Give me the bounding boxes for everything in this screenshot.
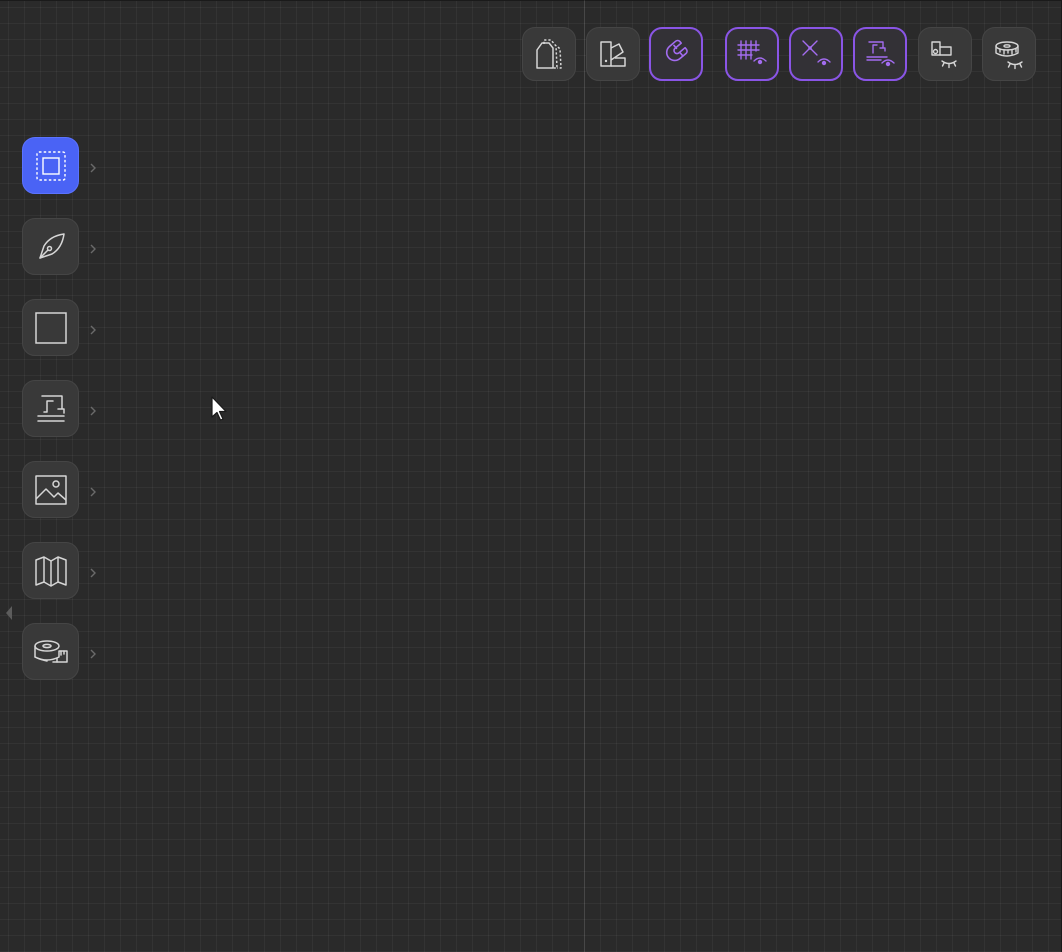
image-tool-expand-chevron-icon[interactable] xyxy=(89,487,97,497)
seam-allowance-icon xyxy=(533,37,565,71)
measure-tool-button[interactable] xyxy=(22,623,79,680)
measure-visibility-hidden-icon xyxy=(992,37,1026,71)
sewing-tool-button[interactable] xyxy=(22,380,79,437)
rectangle-tool-button[interactable] xyxy=(22,299,79,356)
image-tool-button[interactable] xyxy=(22,461,79,518)
pen-tool-expand-chevron-icon[interactable] xyxy=(89,244,97,254)
image-icon xyxy=(34,473,68,507)
grid-visibility-toggle[interactable] xyxy=(725,27,779,81)
magnet-snap-toggle[interactable] xyxy=(649,27,703,81)
grid-visibility-icon xyxy=(735,37,769,71)
map-tool-expand-chevron-icon[interactable] xyxy=(89,568,97,578)
seam-allowance-button[interactable] xyxy=(522,27,576,81)
sewing-machine-icon xyxy=(34,392,68,426)
canvas-center-guide xyxy=(584,0,585,952)
rectangle-icon xyxy=(34,311,68,345)
sewing-tool-expand-chevron-icon[interactable] xyxy=(89,406,97,416)
fabric-swatch-icon xyxy=(597,38,629,70)
select-tool-expand-chevron-icon[interactable] xyxy=(89,163,97,173)
points-visibility-toggle[interactable] xyxy=(789,27,843,81)
pieces-visibility-toggle[interactable] xyxy=(918,27,972,81)
collapse-toolbar-arrow-icon[interactable] xyxy=(4,604,14,622)
select-tool-button[interactable] xyxy=(22,137,79,194)
map-tool-button[interactable] xyxy=(22,542,79,599)
drawing-canvas[interactable] xyxy=(0,0,1062,952)
stitch-visibility-icon xyxy=(863,37,897,71)
stitch-visibility-toggle[interactable] xyxy=(853,27,907,81)
measuring-tape-icon xyxy=(33,635,69,669)
fabric-swatch-button[interactable] xyxy=(586,27,640,81)
pieces-visibility-hidden-icon xyxy=(928,37,962,71)
map-icon xyxy=(34,554,68,588)
measure-tool-expand-chevron-icon[interactable] xyxy=(89,649,97,659)
rectangle-tool-expand-chevron-icon[interactable] xyxy=(89,325,97,335)
magnet-snap-icon xyxy=(660,38,692,70)
measure-visibility-toggle[interactable] xyxy=(982,27,1036,81)
pen-nib-icon xyxy=(34,230,68,264)
select-marquee-icon xyxy=(34,149,68,183)
pen-tool-button[interactable] xyxy=(22,218,79,275)
points-visibility-icon xyxy=(799,37,833,71)
